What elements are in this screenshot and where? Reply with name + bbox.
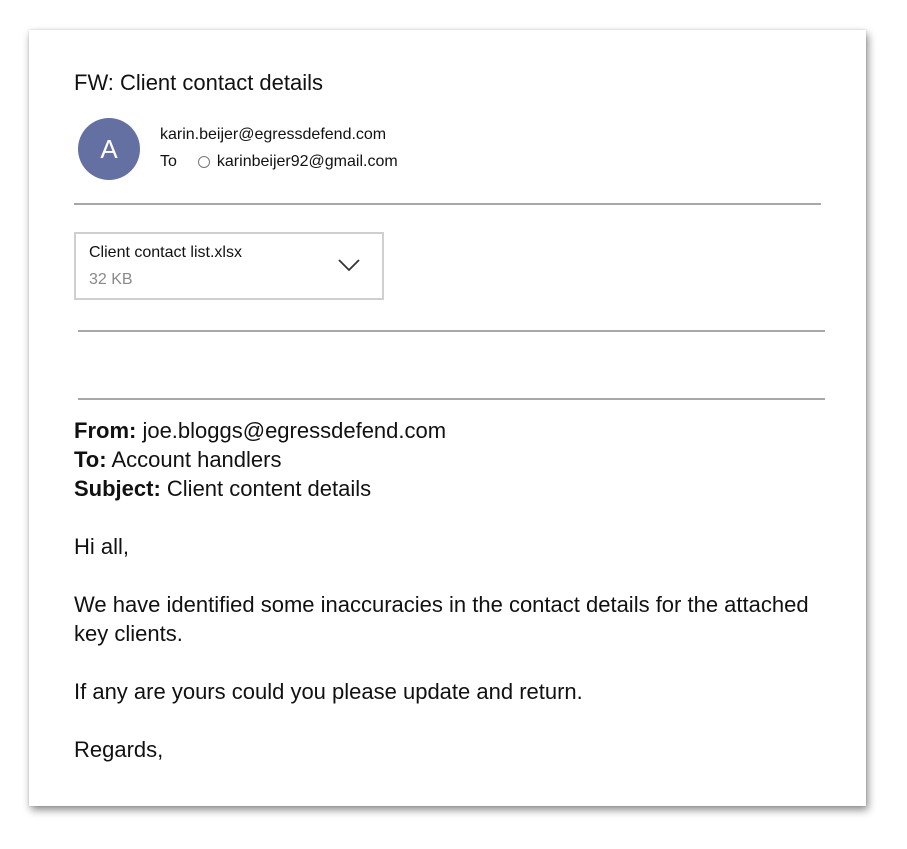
- message-paragraph-2: If any are yours could you please update…: [74, 679, 583, 704]
- email-card: FW: Client contact details A karin.beije…: [29, 30, 866, 806]
- avatar[interactable]: A: [78, 118, 140, 180]
- attachment-card[interactable]: Client contact list.xlsx 32 KB: [74, 232, 384, 300]
- message-paragraph-1: We have identified some inaccuracies in …: [74, 592, 809, 646]
- to-label: To: [160, 153, 177, 170]
- recipient-email[interactable]: karinbeijer92@gmail.com: [217, 152, 398, 172]
- forwarded-subject-line: Subject: Client content details: [74, 474, 834, 503]
- signoff: Regards,: [74, 737, 164, 762]
- sender-email[interactable]: karin.beijer@egressdefend.com: [160, 125, 386, 145]
- forwarded-to-label: To:: [74, 447, 107, 472]
- attachment-name: Client contact list.xlsx: [89, 244, 242, 261]
- avatar-initial: A: [100, 134, 118, 164]
- attachment-divider: [78, 330, 825, 332]
- from-value: joe.bloggs@egressdefend.com: [136, 418, 447, 443]
- chevron-down-icon[interactable]: [338, 258, 360, 272]
- message-body: From: joe.bloggs@egressdefend.com To: Ac…: [74, 416, 834, 764]
- attachment-size: 32 KB: [89, 271, 133, 288]
- forwarded-to-value: Account handlers: [106, 447, 282, 472]
- from-label: From:: [74, 418, 137, 443]
- presence-status-icon: [197, 156, 210, 168]
- recipient-row: To karinbeijer92@gmail.com: [160, 152, 398, 172]
- greeting: Hi all,: [74, 534, 130, 559]
- header-divider: [74, 203, 821, 205]
- forwarded-to-line: To: Account handlers: [74, 445, 834, 474]
- forwarded-subject-label: Subject:: [74, 476, 161, 501]
- forward-divider: [78, 398, 825, 400]
- forwarded-from-line: From: joe.bloggs@egressdefend.com: [74, 416, 834, 445]
- email-subject: FW: Client contact details: [74, 70, 324, 95]
- forwarded-subject-value: Client content details: [160, 476, 372, 501]
